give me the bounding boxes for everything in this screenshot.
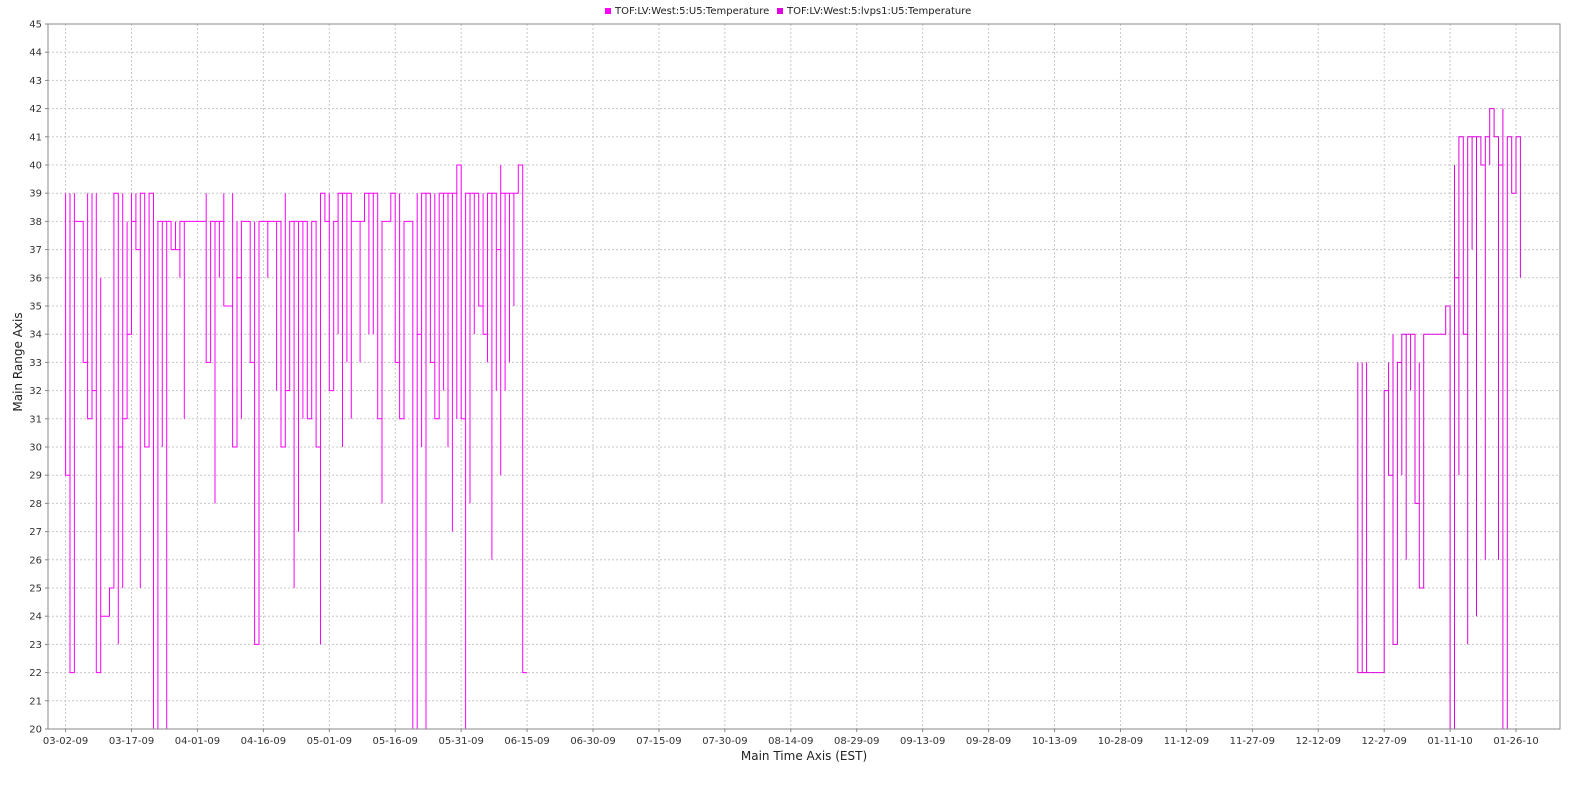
- x-tick-label: 05-01-09: [307, 736, 352, 747]
- y-axis: 20 21 22 23 24 25 26 27 28 29 30 31 32 33 34 35 36 37 38 39…: [29, 20, 48, 736]
- x-tick-label: 10-28-09: [1098, 736, 1143, 747]
- x-tick-label: 03-02-09: [43, 736, 88, 747]
- x-axis: 03-02-09 03-17-09 04-01-09 04-16-09 05-01-09…: [43, 729, 1539, 747]
- x-tick-label: 09-13-09: [900, 736, 945, 747]
- y-tick-label: 26: [29, 555, 42, 566]
- y-tick-label: 31: [29, 414, 42, 425]
- legend-swatch-series-2: [777, 8, 783, 14]
- y-tick-label: 41: [29, 132, 42, 143]
- legend: TOF:LV:West:5:U5:Temperature TOF:LV:West…: [605, 6, 971, 17]
- y-tick-label: 35: [29, 302, 42, 313]
- y-tick-label: 37: [29, 245, 42, 256]
- y-tick-label: 23: [29, 640, 42, 651]
- y-tick-label: 40: [29, 161, 42, 172]
- x-tick-label: 08-14-09: [768, 736, 813, 747]
- y-tick-label: 29: [29, 471, 42, 482]
- y-tick-label: 24: [29, 612, 42, 623]
- y-tick-label: 44: [29, 48, 42, 59]
- y-tick-label: 30: [29, 443, 42, 454]
- y-tick-label: 45: [29, 20, 42, 31]
- x-tick-label: 11-27-09: [1230, 736, 1275, 747]
- x-tick-label: 12-27-09: [1361, 736, 1406, 747]
- y-tick-label: 34: [29, 330, 42, 341]
- plot-frame: [47, 23, 1561, 730]
- gridlines: [48, 23, 1560, 730]
- x-axis-title: Main Time Axis (EST): [741, 749, 867, 763]
- legend-swatch-series-1: [605, 8, 611, 14]
- x-tick-label: 01-11-10: [1427, 736, 1472, 747]
- legend-label-series-1: TOF:LV:West:5:U5:Temperature: [614, 6, 769, 17]
- y-tick-label: 39: [29, 189, 42, 200]
- y-tick-label: 25: [29, 584, 42, 595]
- x-tick-label: 06-30-09: [570, 736, 615, 747]
- x-tick-label: 05-16-09: [373, 736, 418, 747]
- x-tick-label: 09-28-09: [966, 736, 1011, 747]
- y-tick-label: 38: [29, 217, 42, 228]
- x-tick-label: 06-15-09: [504, 736, 549, 747]
- x-tick-label: 12-12-09: [1296, 736, 1341, 747]
- y-tick-label: 28: [29, 499, 42, 510]
- y-tick-label: 21: [29, 696, 42, 707]
- y-tick-label: 32: [29, 386, 42, 397]
- temperature-chart: TOF:LV:West:5:U5:Temperature TOF:LV:West…: [11, 6, 1561, 763]
- y-tick-label: 27: [29, 527, 42, 538]
- x-tick-label: 10-13-09: [1032, 736, 1077, 747]
- y-tick-label: 20: [29, 725, 42, 736]
- x-tick-label: 07-15-09: [636, 736, 681, 747]
- y-tick-label: 36: [29, 273, 42, 284]
- y-tick-label: 43: [29, 76, 42, 87]
- x-tick-label: 01-26-10: [1493, 736, 1538, 747]
- x-tick-label: 11-12-09: [1164, 736, 1209, 747]
- y-tick-label: 33: [29, 358, 42, 369]
- x-tick-label: 05-31-09: [438, 736, 483, 747]
- x-tick-label: 04-16-09: [241, 736, 286, 747]
- x-tick-label: 08-29-09: [834, 736, 879, 747]
- y-tick-label: 22: [29, 668, 42, 679]
- x-tick-label: 07-30-09: [702, 736, 747, 747]
- y-tick-label: 42: [29, 104, 42, 115]
- legend-label-series-2: TOF:LV:West:5:lvps1:U5:Temperature: [786, 6, 971, 17]
- x-tick-label: 04-01-09: [175, 736, 220, 747]
- x-tick-label: 03-17-09: [109, 736, 154, 747]
- y-axis-title: Main Range Axis: [11, 312, 25, 411]
